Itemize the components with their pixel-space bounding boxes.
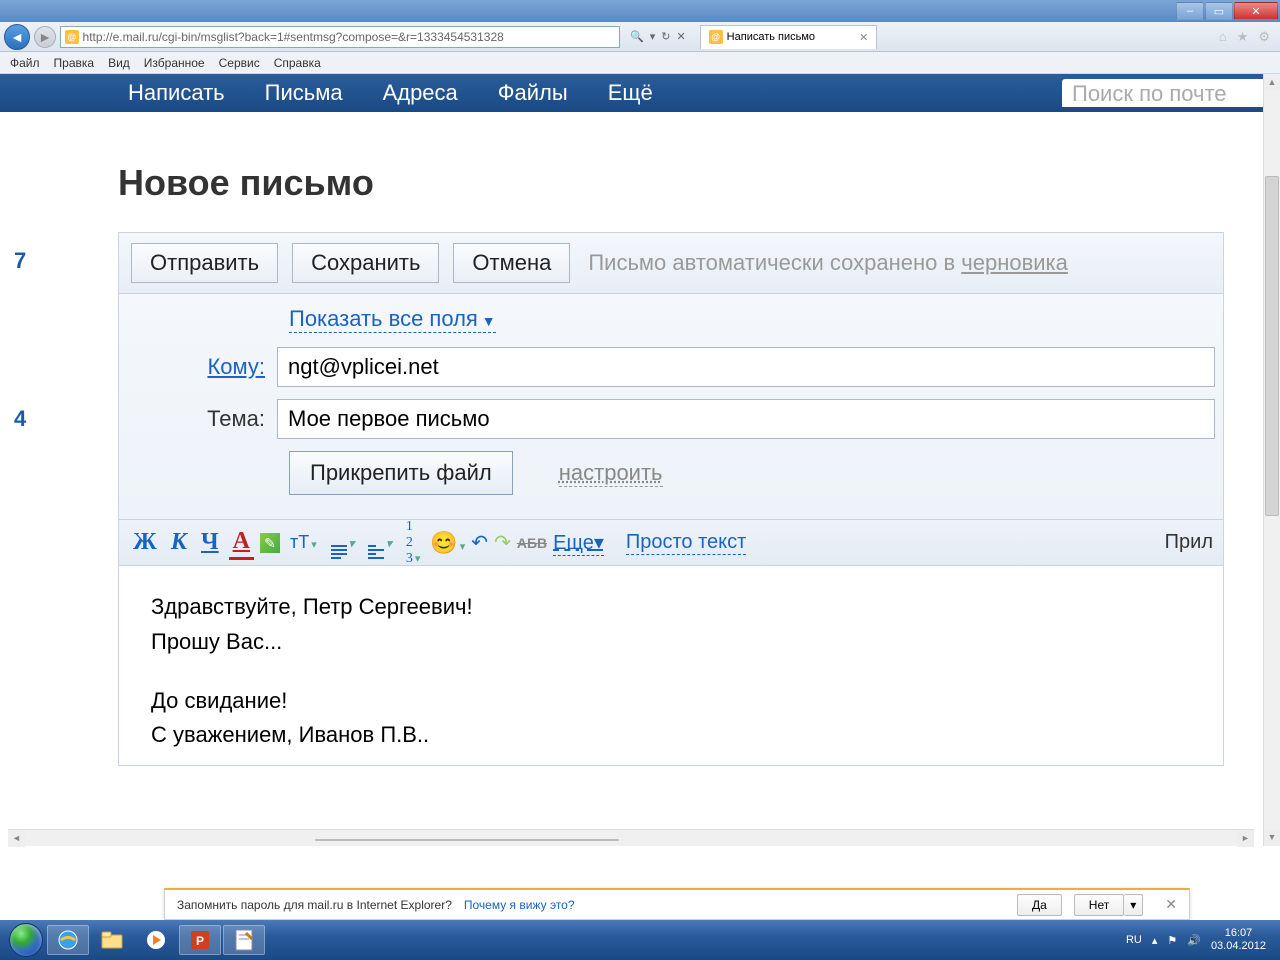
back-button[interactable]: ◄ — [4, 24, 30, 50]
attach-file-button[interactable]: Прикрепить файл — [289, 451, 513, 495]
tab-title: Написать письмо — [727, 31, 815, 43]
message-body[interactable]: Здравствуйте, Петр Сергеевич! Прошу Вас.… — [118, 566, 1224, 766]
passbar-close-icon[interactable]: ✕ — [1165, 896, 1177, 913]
window-close-button[interactable]: ✕ — [1234, 2, 1278, 20]
favorites-icon[interactable]: ★ — [1237, 29, 1249, 45]
drafts-link[interactable]: черновика — [961, 250, 1068, 275]
undo-icon[interactable]: ↶ — [471, 530, 488, 555]
tab-close-icon[interactable]: ✕ — [859, 31, 868, 44]
menu-tools[interactable]: Сервис — [219, 56, 260, 70]
italic-icon[interactable]: К — [167, 527, 191, 558]
menu-help[interactable]: Справка — [274, 56, 321, 70]
scroll-up-icon[interactable]: ▲ — [1264, 74, 1280, 91]
menu-edit[interactable]: Правка — [54, 56, 95, 70]
mail-search-input[interactable]: Поиск по почте — [1062, 79, 1280, 107]
highlight-icon[interactable]: ✎ — [260, 533, 280, 553]
taskbar: P RU ▴ ⚑ 🔊 16:07 03.04.2012 — [0, 920, 1280, 960]
taskbar-mediaplayer-icon[interactable] — [135, 925, 177, 955]
system-tray: RU ▴ ⚑ 🔊 16:07 03.04.2012 — [1126, 927, 1274, 953]
forward-button[interactable]: ► — [34, 26, 56, 48]
autosave-note: Письмо автоматически сохранено в чернови… — [588, 250, 1068, 276]
strike-icon[interactable]: АБВ — [517, 535, 547, 551]
passbar-yes-button[interactable]: Да — [1017, 894, 1062, 916]
page-content: 7 4 Написать Письма Адреса Файлы Ещё Пои… — [0, 74, 1280, 846]
mail-header: Написать Письма Адреса Файлы Ещё Поиск п… — [0, 74, 1280, 112]
passbar-why-link[interactable]: Почему я вижу это? — [464, 898, 575, 912]
start-button[interactable] — [6, 920, 46, 960]
favicon-icon: @ — [65, 30, 79, 44]
compose-fields: Показать все поля Кому: Тема: Прикрепить… — [118, 294, 1224, 520]
plain-text-link[interactable]: Просто текст — [626, 531, 746, 555]
taskbar-explorer-icon[interactable] — [91, 925, 133, 955]
nav-files[interactable]: Файлы — [498, 80, 568, 106]
stop-icon[interactable]: ✕ — [676, 30, 685, 43]
window-minimize-button[interactable]: – — [1176, 2, 1204, 20]
ie-toolbar: ◄ ► @ 🔍 ▾ ↻ ✕ @ Написать письмо ✕ ⌂ ★ ⚙ — [0, 22, 1280, 52]
nav-inbox[interactable]: Письма — [265, 80, 343, 106]
subject-label: Тема: — [119, 406, 277, 432]
bold-icon[interactable]: Ж — [129, 527, 161, 558]
tray-volume-icon[interactable]: 🔊 — [1187, 934, 1201, 947]
taskbar-powerpoint-icon[interactable]: P — [179, 925, 221, 955]
indent-icon[interactable] — [364, 525, 396, 561]
home-icon[interactable]: ⌂ — [1219, 29, 1227, 45]
address-bar[interactable]: @ — [60, 26, 620, 48]
menu-view[interactable]: Вид — [108, 56, 130, 70]
font-color-icon[interactable]: А — [229, 526, 254, 560]
align-icon[interactable] — [327, 525, 359, 561]
nav-contacts[interactable]: Адреса — [383, 80, 458, 106]
more-format-link[interactable]: Еще▾ — [553, 530, 604, 556]
refresh-icon[interactable]: ↻ — [661, 30, 670, 43]
url-input[interactable] — [83, 30, 615, 44]
taskbar-ie-icon[interactable] — [47, 925, 89, 955]
window-titlebar: – ▭ ✕ — [0, 0, 1280, 22]
tab-favicon-icon: @ — [709, 30, 723, 44]
menu-file[interactable]: Файл — [10, 56, 40, 70]
vertical-scrollbar[interactable]: ▲ ▼ — [1263, 74, 1280, 846]
send-button[interactable]: Отправить — [131, 243, 278, 283]
svg-text:P: P — [196, 934, 204, 948]
taskbar-notepad-icon[interactable] — [223, 925, 265, 955]
redo-icon[interactable]: ↷ — [494, 530, 511, 555]
show-all-fields-link[interactable]: Показать все поля — [289, 306, 496, 333]
scroll-right-icon[interactable]: ► — [1237, 830, 1254, 847]
hscroll-thumb[interactable] — [315, 839, 619, 841]
editor-toolbar: Ж К Ч А ✎ тТ 123 😊 ↶ ↷ АБВ Еще▾ Просто т… — [118, 520, 1224, 566]
tray-clock[interactable]: 16:07 03.04.2012 — [1211, 927, 1266, 953]
window-maximize-button[interactable]: ▭ — [1205, 2, 1233, 20]
nav-compose[interactable]: Написать — [128, 80, 225, 106]
emoji-icon[interactable]: 😊 — [430, 530, 465, 556]
dropdown-icon[interactable]: ▾ — [650, 30, 656, 43]
passbar-no-dropdown[interactable]: ▾ — [1124, 894, 1143, 916]
ie-menubar: Файл Правка Вид Избранное Сервис Справка — [0, 52, 1280, 74]
to-label[interactable]: Кому: — [119, 354, 277, 380]
to-input[interactable] — [277, 347, 1215, 387]
cancel-button[interactable]: Отмена — [453, 243, 570, 283]
nav-more[interactable]: Ещё — [608, 80, 653, 106]
list-icon[interactable]: 123 — [402, 517, 425, 569]
menu-favorites[interactable]: Избранное — [144, 56, 205, 70]
subject-input[interactable] — [277, 399, 1215, 439]
scroll-down-icon[interactable]: ▼ — [1264, 829, 1280, 846]
underline-icon[interactable]: Ч — [197, 527, 223, 558]
tray-flag-icon[interactable]: ⚑ — [1167, 934, 1177, 947]
address-actions: 🔍 ▾ ↻ ✕ — [624, 30, 692, 43]
compose-actions: Отправить Сохранить Отмена Письмо автома… — [118, 232, 1224, 294]
tray-lang[interactable]: RU — [1126, 934, 1142, 946]
font-size-icon[interactable]: тТ — [286, 530, 321, 555]
passbar-no-button[interactable]: Нет — [1074, 894, 1124, 916]
password-save-bar: Запомнить пароль для mail.ru в Internet … — [164, 888, 1190, 920]
browser-tab[interactable]: @ Написать письмо ✕ — [700, 25, 878, 49]
tray-up-icon[interactable]: ▴ — [1152, 934, 1158, 947]
page-title: Новое письмо — [118, 162, 1280, 204]
attachments-label: Прил — [1165, 531, 1213, 554]
horizontal-scrollbar[interactable]: ◄ ► — [8, 829, 1254, 846]
passbar-text: Запомнить пароль для mail.ru в Internet … — [177, 898, 452, 912]
attach-settings-link[interactable]: настроить — [559, 460, 663, 487]
search-icon[interactable]: 🔍 — [630, 30, 644, 43]
save-button[interactable]: Сохранить — [292, 243, 439, 283]
scroll-thumb[interactable] — [1265, 176, 1279, 516]
tools-icon[interactable]: ⚙ — [1258, 29, 1270, 45]
scroll-left-icon[interactable]: ◄ — [8, 830, 25, 847]
